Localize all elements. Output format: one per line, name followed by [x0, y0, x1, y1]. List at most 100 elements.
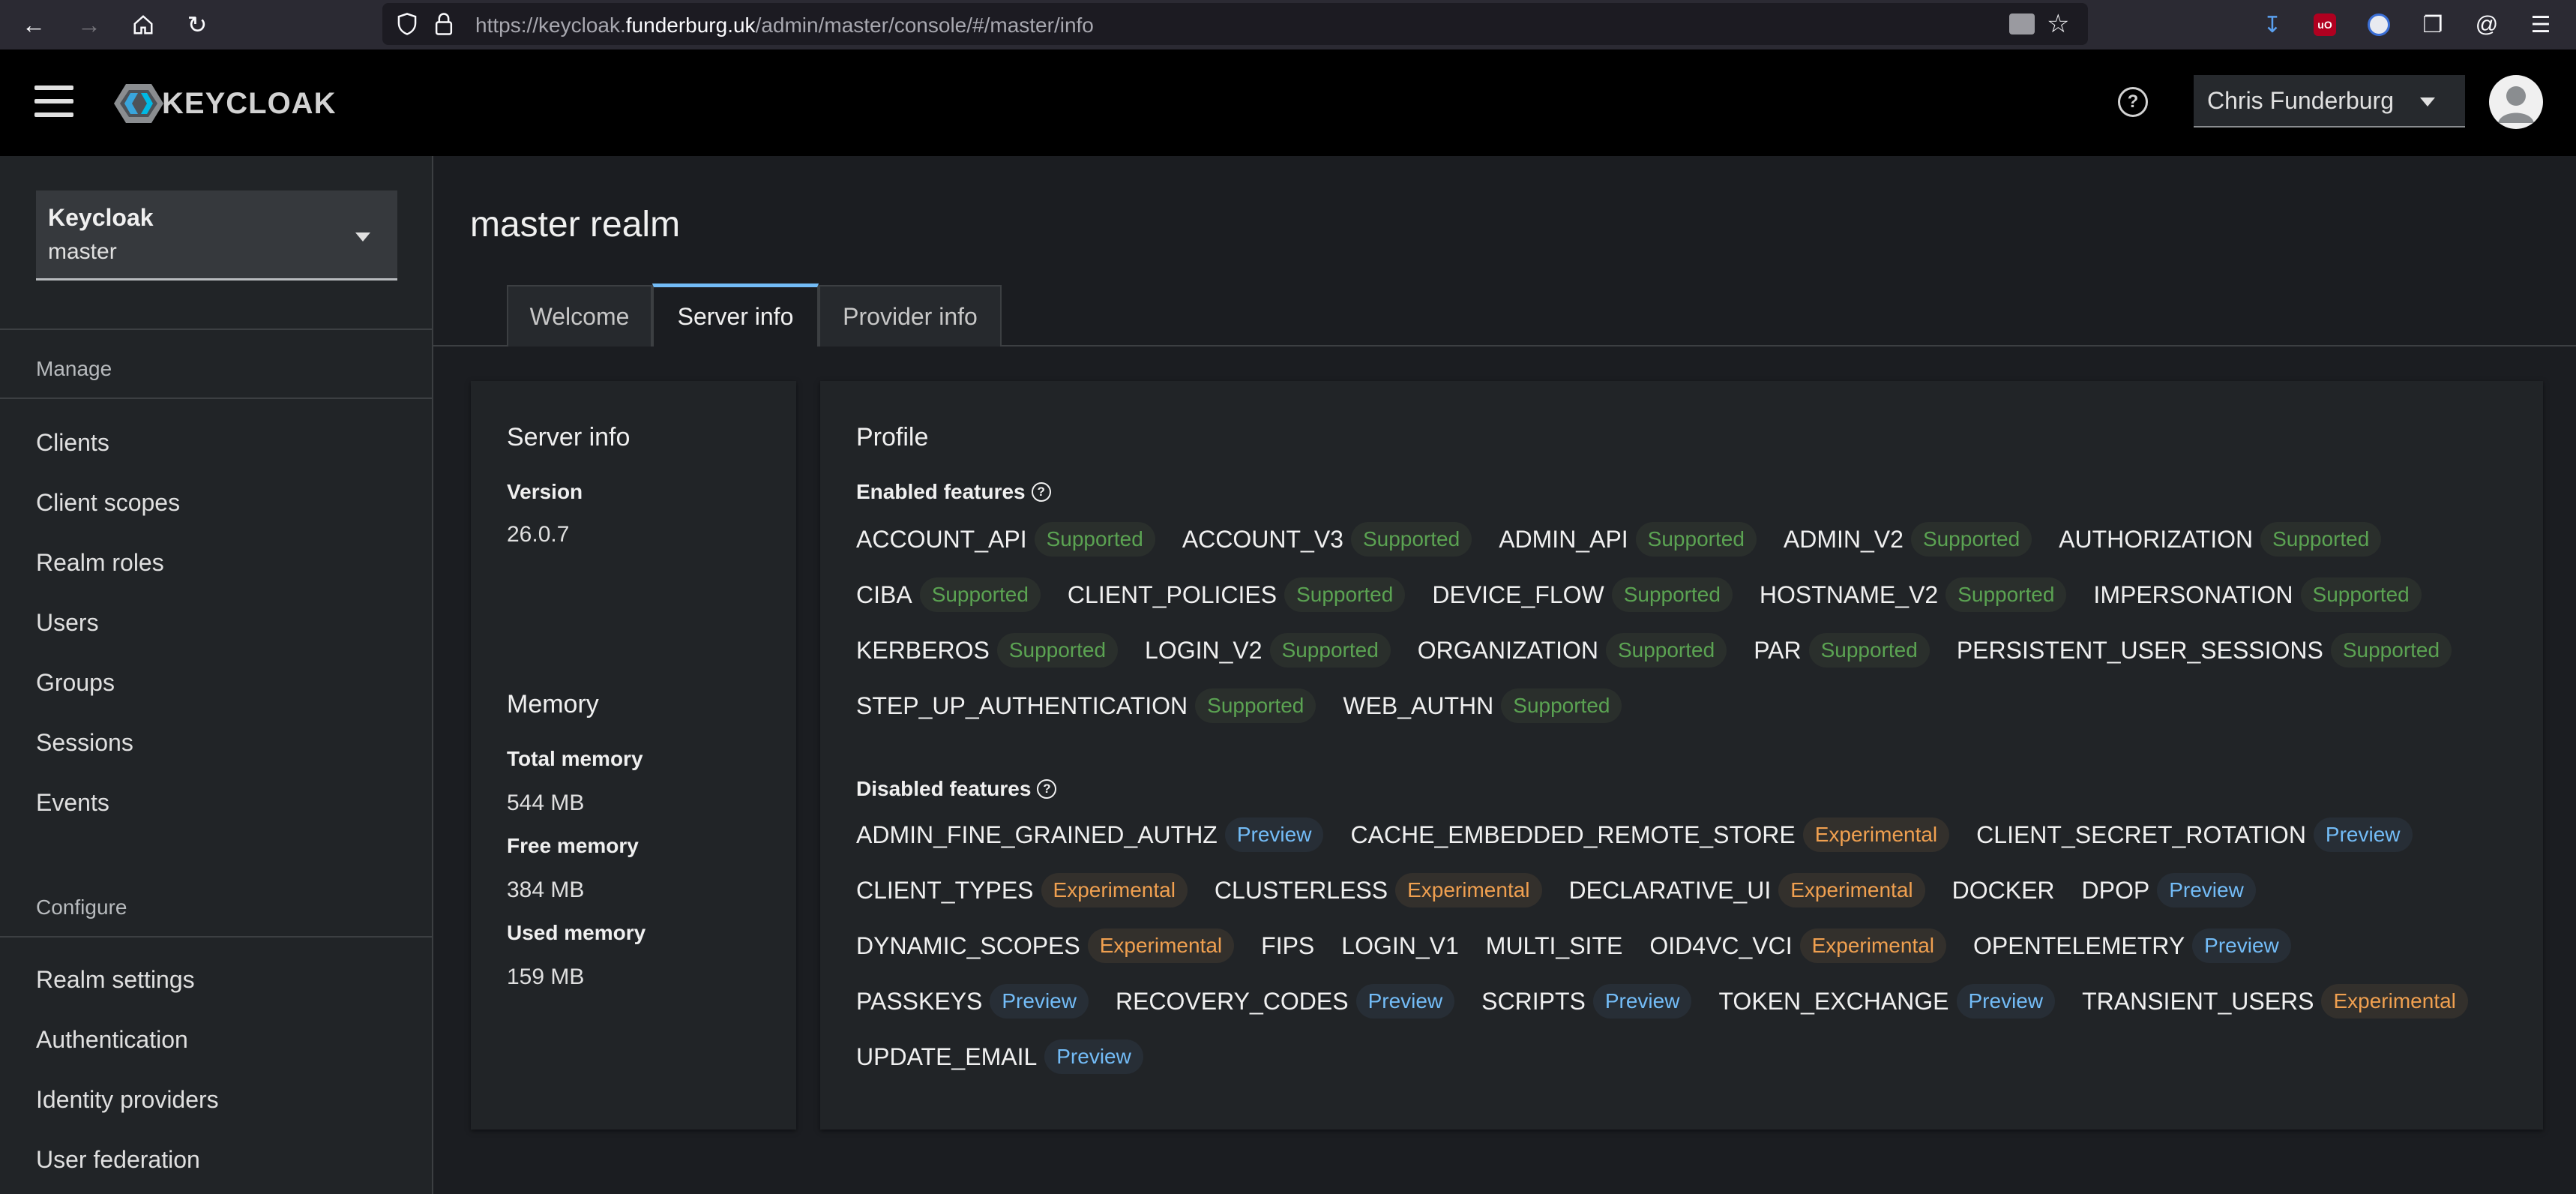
feature-name: DYNAMIC_SCOPES [856, 932, 1080, 959]
feature-name: ACCOUNT_V3 [1182, 525, 1343, 553]
feature-name: PERSISTENT_USER_SESSIONS [1956, 636, 2323, 664]
feature-name: CLIENT_TYPES [856, 876, 1034, 904]
feature-item: LOGIN_V1 [1341, 932, 1459, 960]
used-memory-label: Used memory [507, 921, 646, 944]
sidebar-item-realm-roles[interactable]: Realm roles [36, 549, 164, 577]
sidebar-item-realm-settings[interactable]: Realm settings [36, 966, 195, 994]
page-title: master realm [470, 205, 681, 244]
feature-item: CLIENT_SECRET_ROTATION Preview [1976, 818, 2413, 852]
url-text[interactable]: https://keycloak.funderburg.uk/admin/mas… [475, 14, 1094, 38]
feature-name: DPOP [2081, 876, 2150, 904]
password-manager-icon[interactable] [2362, 8, 2396, 42]
status-badge: Preview [1956, 984, 2056, 1018]
sidebar-item-sessions[interactable]: Sessions [36, 729, 133, 757]
help-icon[interactable]: ? [1037, 779, 1057, 799]
sidebar-item-client-scopes[interactable]: Client scopes [36, 489, 180, 517]
status-badge: Supported [2300, 578, 2422, 612]
status-badge: Preview [1224, 818, 1324, 852]
status-badge: Experimental [1041, 873, 1188, 908]
keycloak-logo-icon [114, 84, 163, 123]
feature-item: PERSISTENT_USER_SESSIONS Supported [1957, 633, 2452, 668]
tab-server-info[interactable]: Server info [652, 284, 819, 346]
status-badge: Experimental [2321, 984, 2468, 1018]
account-icon[interactable]: @ [2470, 8, 2504, 42]
feature-name: DOCKER [1951, 876, 2055, 904]
feature-item: DECLARATIVE_UI Experimental [1569, 873, 1925, 908]
feature-name: WEB_AUTHN [1343, 692, 1494, 719]
status-badge: Preview [1044, 1040, 1143, 1074]
status-badge: Supported [1605, 633, 1727, 668]
shield-icon[interactable] [396, 12, 418, 40]
sidebar-item-events[interactable]: Events [36, 789, 109, 817]
status-badge: Experimental [1395, 873, 1542, 908]
status-badge: Experimental [1802, 818, 1950, 852]
feature-item: DEVICE_FLOW Supported [1432, 578, 1733, 612]
realm-selector[interactable]: Keycloak master [36, 190, 397, 280]
url-bar[interactable]: https://keycloak.funderburg.uk/admin/mas… [382, 3, 2088, 45]
nav-group-configure: Configure [36, 896, 127, 919]
extensions-icon[interactable]: ❐ [2416, 8, 2450, 42]
feature-item: ACCOUNT_V3 Supported [1182, 522, 1472, 556]
back-icon[interactable]: ← [16, 8, 51, 42]
lock-icon[interactable] [433, 12, 454, 40]
tab-provider-info[interactable]: Provider info [819, 285, 1002, 346]
feature-name: IMPERSONATION [2093, 580, 2293, 608]
feature-item: SCRIPTS Preview [1481, 984, 1692, 1018]
feature-item: ADMIN_V2 Supported [1784, 522, 2032, 556]
enabled-features-text: Enabled features [856, 480, 1026, 503]
feature-name: CLIENT_POLICIES [1067, 580, 1278, 608]
sidebar-item-users[interactable]: Users [36, 609, 99, 637]
status-badge: Supported [1635, 522, 1757, 556]
menu-icon[interactable]: ☰ [2524, 8, 2558, 42]
feature-name: ACCOUNT_API [856, 525, 1027, 553]
help-icon[interactable]: ? [1031, 482, 1051, 502]
status-badge: Supported [2260, 522, 2382, 556]
feature-name: CLUSTERLESS [1214, 876, 1388, 904]
sidebar-item-clients[interactable]: Clients [36, 429, 109, 457]
feature-name: AUTHORIZATION [2059, 525, 2254, 553]
ublock-icon[interactable]: uO [2308, 8, 2342, 42]
feature-row: KERBEROS Supported LOGIN_V2 Supported ORGANI… [856, 633, 2479, 668]
forward-icon[interactable]: → [72, 8, 106, 42]
sidebar-item-user-federation[interactable]: User federation [36, 1146, 200, 1174]
feature-name: MULTI_SITE [1485, 932, 1623, 959]
feature-item: AUTHORIZATION Supported [2059, 522, 2382, 556]
reader-view-icon[interactable] [2009, 14, 2035, 34]
downloads-icon[interactable]: ↧ [2255, 8, 2290, 42]
status-badge: Preview [2313, 818, 2413, 852]
status-badge: Supported [1350, 522, 1472, 556]
sidebar: Keycloak master Manage Clients Client sc… [0, 156, 433, 1194]
feature-name: PASSKEYS [856, 987, 983, 1015]
sidebar-item-authentication[interactable]: Authentication [36, 1026, 188, 1054]
sidebar-item-identity-providers[interactable]: Identity providers [36, 1086, 219, 1114]
user-name: Chris Funderburg [2207, 86, 2394, 114]
divider [0, 328, 432, 330]
feature-name: CLIENT_SECRET_ROTATION [1976, 820, 2306, 848]
feature-name: CACHE_EMBEDDED_REMOTE_STORE [1350, 820, 1796, 848]
hamburger-menu-icon[interactable] [34, 86, 73, 117]
reload-icon[interactable]: ↻ [180, 8, 214, 42]
keycloak-logo[interactable]: KEYCLOAK [114, 82, 336, 124]
free-memory-value: 384 MB [507, 878, 585, 902]
feature-name: TRANSIENT_USERS [2082, 987, 2314, 1015]
bookmark-star-icon[interactable]: ☆ [2047, 9, 2069, 39]
profile-title: Profile [856, 423, 929, 452]
feature-name: ADMIN_API [1499, 525, 1628, 553]
tab-welcome[interactable]: Welcome [507, 285, 652, 346]
status-badge: Experimental [1778, 873, 1925, 908]
feature-item: TOKEN_EXCHANGE Preview [1718, 984, 2056, 1018]
avatar[interactable] [2489, 75, 2543, 129]
realm-selector-value: master [48, 239, 117, 264]
feature-item: RECOVERY_CODES Preview [1116, 984, 1455, 1018]
browser-toolbar: ← → ↻ https://keycloak.funderburg.uk/adm… [0, 0, 2576, 50]
disabled-features-text: Disabled features [856, 777, 1032, 800]
nav-group-manage: Manage [36, 357, 112, 380]
help-icon[interactable]: ? [2118, 87, 2148, 117]
status-badge: Preview [1592, 984, 1692, 1018]
feature-name: ORGANIZATION [1417, 636, 1598, 664]
user-menu-dropdown[interactable]: Chris Funderburg [2194, 75, 2465, 128]
sidebar-item-groups[interactable]: Groups [36, 669, 115, 697]
home-icon[interactable] [126, 8, 160, 42]
realm-selector-title: Keycloak [48, 204, 154, 231]
version-label: Version [507, 480, 583, 503]
